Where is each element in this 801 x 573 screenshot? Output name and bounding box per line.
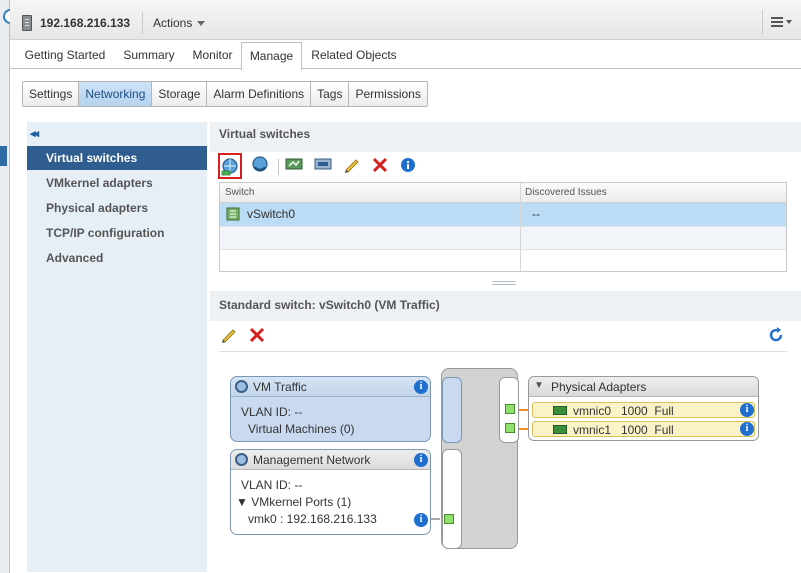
- collapse-nav-icon[interactable]: ◂◂: [30, 127, 39, 140]
- info-button[interactable]: [398, 153, 422, 179]
- vm-traffic-port-segment: [442, 377, 462, 443]
- add-networking-icon: [221, 158, 238, 176]
- subtab-storage[interactable]: Storage: [152, 82, 208, 106]
- main-tab-underline: [10, 68, 801, 69]
- left-strip-marker: [0, 146, 7, 166]
- tab-getting-started[interactable]: Getting Started: [17, 42, 113, 68]
- nic-row-vmnic1[interactable]: vmnic1 1000 Full: [532, 421, 755, 437]
- nic-row-vmnic0[interactable]: vmnic0 1000 Full: [532, 402, 755, 418]
- nav-item-tcpip-configuration[interactable]: TCP/IP configuration: [27, 221, 207, 245]
- subtab-permissions[interactable]: Permissions: [349, 82, 426, 106]
- standard-switch-title: Standard switch: vSwitch0 (VM Traffic): [219, 298, 440, 312]
- menu-lines-icon: [771, 17, 783, 19]
- nav-item-advanced[interactable]: Advanced: [27, 246, 207, 270]
- management-port-segment: [442, 449, 462, 549]
- info-icon[interactable]: i: [740, 403, 754, 417]
- subtab-tags[interactable]: Tags: [311, 82, 350, 106]
- pencil-icon: [345, 159, 359, 173]
- left-strip: [0, 0, 10, 573]
- red-x-icon: [249, 327, 265, 343]
- tab-summary[interactable]: Summary: [115, 42, 183, 68]
- info-icon[interactable]: i: [740, 422, 754, 436]
- manage-adapters-button[interactable]: [313, 153, 337, 179]
- network-globe-icon: [235, 380, 248, 393]
- edit-button[interactable]: [342, 153, 366, 179]
- edit-switch-button[interactable]: [219, 325, 241, 347]
- header-menu-button[interactable]: [762, 10, 796, 34]
- pencil-icon: [222, 329, 236, 343]
- column-divider: [520, 183, 521, 271]
- vlan-id-label: VLAN ID: --: [241, 478, 303, 492]
- nic-label: vmnic0 1000 Full: [573, 404, 674, 418]
- toolbar-divider: [219, 351, 787, 352]
- port-group-header: Management Network i: [231, 450, 430, 470]
- virtual-switches-title: Virtual switches: [219, 127, 311, 141]
- table-row-empty: [220, 249, 786, 271]
- vlan-id-label: VLAN ID: --: [241, 405, 303, 419]
- manage-adapters-icon: [314, 158, 332, 170]
- info-icon: [401, 158, 415, 172]
- network-globe-icon: [235, 453, 248, 466]
- header-divider: [142, 12, 143, 34]
- add-networking-button[interactable]: [218, 153, 242, 179]
- vmkernel-ports-toggle[interactable]: ▼ VMkernel Ports (1): [236, 495, 351, 509]
- host-title: 192.168.216.133: [40, 16, 131, 30]
- column-header-discovered-issues[interactable]: Discovered Issues: [525, 187, 607, 198]
- host-icon: [22, 15, 32, 31]
- info-icon[interactable]: i: [414, 453, 428, 467]
- virtual-switches-table: Switch Discovered Issues vSwitch0 --: [219, 182, 787, 272]
- refresh-networking-button[interactable]: [250, 153, 274, 179]
- port-group-vm-traffic[interactable]: VM Traffic i VLAN ID: -- Virtual Machine…: [230, 376, 431, 442]
- refresh-icon: [769, 327, 783, 342]
- physical-adapters-header: ▼ Physical Adapters: [529, 377, 758, 397]
- info-icon[interactable]: i: [414, 380, 428, 394]
- port-group-name: VM Traffic: [253, 380, 307, 394]
- uplink-port-vmnic0: [505, 404, 515, 414]
- red-x-icon: [372, 157, 388, 173]
- nic-icon: [553, 406, 567, 415]
- table-row-empty: [220, 226, 786, 249]
- remove-switch-button[interactable]: [247, 325, 269, 347]
- subtab-settings[interactable]: Settings: [23, 82, 80, 106]
- collapse-triangle-icon[interactable]: ▼: [534, 380, 544, 391]
- table-header: Switch Discovered Issues: [220, 183, 786, 203]
- vmk0-label: vmk0 : 192.168.216.133: [248, 512, 377, 526]
- pane-splitter[interactable]: [492, 281, 516, 285]
- issues-cell: --: [532, 207, 540, 221]
- port-group-header: VM Traffic i: [231, 377, 430, 397]
- subtab-alarm-definitions[interactable]: Alarm Definitions: [207, 82, 312, 106]
- nav-item-virtual-switches[interactable]: Virtual switches: [27, 146, 207, 170]
- refresh-topology-button[interactable]: [766, 325, 788, 347]
- virtual-machines-label: Virtual Machines (0): [248, 422, 355, 436]
- migrate-adapters-button[interactable]: [284, 153, 308, 179]
- subtab-networking[interactable]: Networking: [79, 82, 153, 106]
- vswitch-icon: [226, 207, 240, 221]
- physical-adapters-box: ▼ Physical Adapters vmnic0 1000 Full vmn…: [528, 376, 759, 441]
- nic-label: vmnic1 1000 Full: [573, 423, 674, 437]
- port-group-management-network[interactable]: Management Network i VLAN ID: -- ▼ VMker…: [230, 449, 431, 535]
- chevron-down-icon: [197, 21, 206, 27]
- tab-monitor[interactable]: Monitor: [185, 42, 240, 68]
- nav-item-physical-adapters[interactable]: Physical adapters: [27, 196, 207, 220]
- switch-name-cell: vSwitch0: [247, 207, 296, 221]
- physical-adapters-title: Physical Adapters: [551, 380, 647, 394]
- remove-button[interactable]: [370, 153, 394, 179]
- info-icon[interactable]: i: [414, 513, 428, 527]
- actions-label: Actions: [153, 16, 193, 30]
- nic-icon: [553, 425, 567, 434]
- actions-menu-button[interactable]: Actions: [153, 16, 206, 30]
- tab-related-objects[interactable]: Related Objects: [304, 42, 404, 68]
- vmk0-port: [444, 514, 454, 524]
- tab-manage[interactable]: Manage: [241, 42, 302, 70]
- uplink-port-vmnic1: [505, 423, 515, 433]
- globe-refresh-icon: [252, 156, 268, 172]
- chevron-down-icon: [786, 20, 792, 24]
- migrate-adapters-icon: [285, 158, 303, 170]
- table-row[interactable]: vSwitch0 --: [220, 203, 786, 226]
- sub-tab-bar: Settings Networking Storage Alarm Defini…: [22, 81, 428, 107]
- nav-item-vmkernel-adapters[interactable]: VMkernel adapters: [27, 171, 207, 195]
- port-group-name: Management Network: [253, 453, 371, 467]
- column-header-switch[interactable]: Switch: [225, 187, 254, 198]
